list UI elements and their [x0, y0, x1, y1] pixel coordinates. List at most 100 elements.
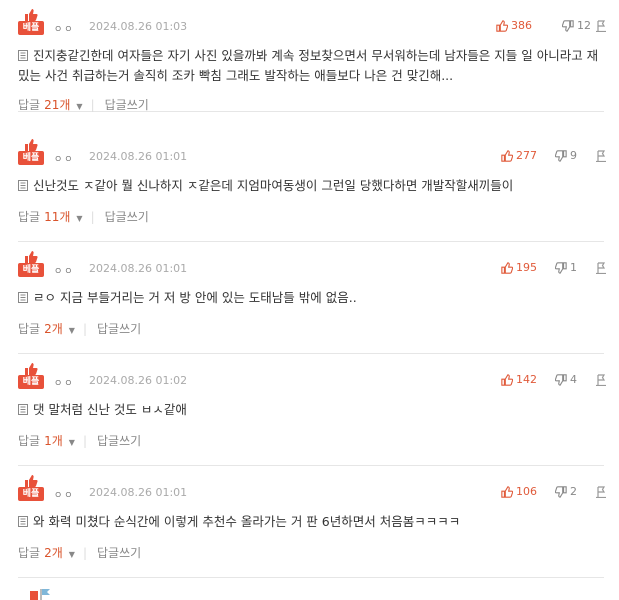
thumbs-up-icon [25, 251, 38, 263]
thumbs-down-icon [555, 373, 567, 386]
comment-date: 2024.08.26 01:02 [89, 374, 188, 387]
thumbs-up-icon [501, 373, 513, 386]
divider: | [90, 97, 95, 112]
comment-text: ㄹㅇ 지금 부들거리는 거 저 방 안에 있는 도태남들 밖에 없음.. [33, 290, 357, 305]
comment-body: 신난것도 ㅈ같아 뭘 신나하지 ㅈ같은데 지엄마여동생이 그런일 당했다하면 개… [18, 176, 604, 196]
dislike-count: 9 [570, 149, 577, 162]
best-comment-badge: 베플 [18, 250, 44, 278]
document-icon [18, 50, 28, 61]
reply-count: 1개 [44, 434, 63, 448]
comment-footer: 답글 2개 ▼ | 답글쓰기 [18, 320, 141, 337]
comment-body: 댓 말처럼 신난 것도 ㅂㅅ같애 [18, 400, 604, 420]
document-icon [18, 180, 28, 191]
comment-text: 신난것도 ㅈ같아 뭘 신나하지 ㅈ같은데 지엄마여동생이 그런일 당했다하면 개… [33, 178, 514, 193]
like-count: 142 [516, 373, 537, 386]
thumbs-up-icon [501, 261, 513, 274]
like-count: 106 [516, 485, 537, 498]
dislike-count: 1 [570, 261, 577, 274]
like-button[interactable]: 142 [501, 373, 537, 386]
reply-count: 21개 [44, 98, 71, 112]
write-reply-link[interactable]: 답글쓰기 [105, 208, 149, 225]
reply-count: 2개 [44, 546, 63, 560]
comment-author: ㅇㅇ [54, 379, 75, 389]
divider: | [82, 433, 87, 448]
comment-body: 진지충같긴한데 여자들은 자기 사진 있을까봐 계속 정보찾으면서 무서워하는데… [18, 46, 604, 86]
thumbs-up-icon [25, 475, 38, 487]
reply-toggle[interactable]: 답글 2개 ▼ [18, 544, 75, 561]
dislike-button[interactable]: 9 [555, 149, 577, 162]
comment-item: 베플 ㅇㅇ 2024.08.26 01:01 277 9 신난것도 ㅈ같아 뭘 … [18, 130, 606, 242]
report-icon[interactable] [596, 262, 606, 274]
report-icon[interactable] [596, 374, 606, 386]
write-reply-link[interactable]: 답글쓰기 [105, 96, 149, 113]
like-count: 386 [511, 19, 532, 32]
comment-text: 댓 말처럼 신난 것도 ㅂㅅ같애 [33, 402, 187, 417]
comment-date: 2024.08.26 01:01 [89, 262, 188, 275]
comment-author: ㅇㅇ [54, 25, 75, 35]
comment-date: 2024.08.26 01:03 [89, 20, 188, 33]
divider: | [90, 209, 95, 224]
report-icon[interactable] [596, 150, 606, 162]
write-reply-link[interactable]: 답글쓰기 [97, 432, 141, 449]
like-button[interactable]: 106 [501, 485, 537, 498]
best-comment-badge: 베플 [18, 138, 44, 166]
comment-item: 베플 ㅇㅇ 2024.08.26 01:01 195 1 ㄹㅇ 지금 부들거리는… [18, 242, 606, 354]
comment-item: 베플 ㅇㅇ 2024.08.26 01:02 142 4 댓 말처럼 신난 것도… [18, 354, 606, 466]
report-icon[interactable] [596, 486, 606, 498]
dislike-button[interactable]: 12 [562, 19, 591, 32]
thumbs-up-icon [501, 149, 513, 162]
thumbs-up-icon [501, 485, 513, 498]
like-count: 195 [516, 261, 537, 274]
reply-toggle[interactable]: 답글 11개 ▼ [18, 208, 83, 225]
document-icon [18, 516, 28, 527]
write-reply-link[interactable]: 답글쓰기 [97, 544, 141, 561]
reply-toggle[interactable]: 답글 2개 ▼ [18, 320, 75, 337]
dislike-count: 2 [570, 485, 577, 498]
like-count: 277 [516, 149, 537, 162]
report-icon[interactable] [596, 20, 606, 32]
best-comment-badge: 베플 [18, 474, 44, 502]
reply-toggle[interactable]: 답글 1개 ▼ [18, 432, 75, 449]
best-comment-badge: 베플 [18, 362, 44, 390]
reply-toggle[interactable]: 답글 21개 ▼ [18, 96, 83, 113]
thumbs-up-icon [25, 139, 38, 151]
like-button[interactable]: 277 [501, 149, 537, 162]
thumbs-up-icon [25, 363, 38, 375]
caret-down-icon: ▼ [68, 326, 75, 335]
caret-down-icon: ▼ [68, 438, 75, 447]
caret-down-icon: ▼ [76, 102, 83, 111]
dislike-button[interactable]: 1 [555, 261, 577, 274]
best-comment-badge: 베플 [18, 8, 44, 36]
comment-body: 와 화력 미쳤다 순식간에 이렇게 추천수 올라가는 거 판 6년하면서 처음봄… [18, 512, 604, 532]
like-button[interactable]: 386 [496, 19, 532, 32]
best-comments-list: 베플 ㅇㅇ 2024.08.26 01:03 386 12 진지충같긴한데 여자… [0, 0, 619, 600]
comment-footer: 답글 11개 ▼ | 답글쓰기 [18, 208, 149, 225]
comment-author: ㅇㅇ [54, 267, 75, 277]
comment-footer: 답글 21개 ▼ | 답글쓰기 [18, 96, 149, 113]
comment-author: ㅇㅇ [54, 155, 75, 165]
reply-count: 2개 [44, 322, 63, 336]
comment-text: 진지충같긴한데 여자들은 자기 사진 있을까봐 계속 정보찾으면서 무서워하는데… [18, 48, 599, 83]
comment-text: 와 화력 미쳤다 순식간에 이렇게 추천수 올라가는 거 판 6년하면서 처음봄… [33, 514, 461, 529]
dislike-count: 4 [570, 373, 577, 386]
thumbs-up-icon [496, 19, 508, 32]
comment-footer: 답글 1개 ▼ | 답글쓰기 [18, 432, 141, 449]
reply-count: 11개 [44, 210, 71, 224]
dislike-button[interactable]: 2 [555, 485, 577, 498]
flag-icon [30, 589, 50, 600]
comment-footer: 답글 2개 ▼ | 답글쓰기 [18, 544, 141, 561]
thumbs-down-icon [555, 261, 567, 274]
thumbs-down-icon [555, 485, 567, 498]
write-reply-link[interactable]: 답글쓰기 [97, 320, 141, 337]
caret-down-icon: ▼ [68, 550, 75, 559]
comment-date: 2024.08.26 01:01 [89, 150, 188, 163]
divider: | [82, 545, 87, 560]
thumbs-down-icon [562, 19, 574, 32]
comment-body: ㄹㅇ 지금 부들거리는 거 저 방 안에 있는 도태남들 밖에 없음.. [18, 288, 604, 308]
thumbs-down-icon [555, 149, 567, 162]
like-button[interactable]: 195 [501, 261, 537, 274]
comment-item: 베플 ㅇㅇ 2024.08.26 01:01 106 2 와 화력 미쳤다 순식… [18, 466, 606, 578]
thumbs-up-icon [25, 9, 38, 21]
document-icon [18, 292, 28, 303]
dislike-button[interactable]: 4 [555, 373, 577, 386]
